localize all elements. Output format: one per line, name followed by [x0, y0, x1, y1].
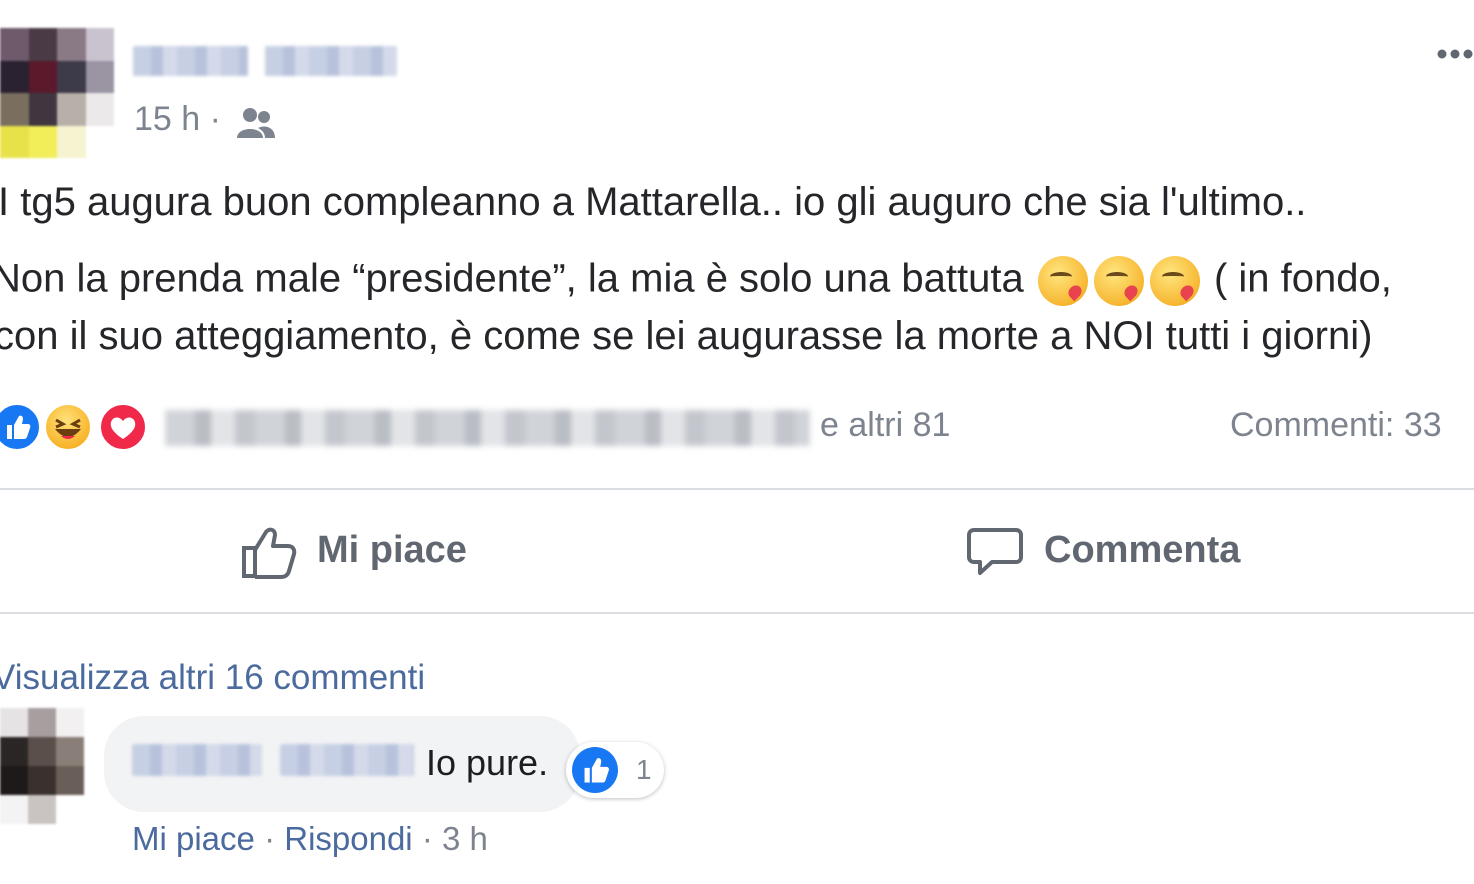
love-reaction-icon[interactable] — [98, 402, 148, 452]
comment-actions: Mi piace · Rispondi · 3 h — [132, 820, 488, 858]
post-text-line-2-start: Non la prenda male “presidente”, la mia … — [0, 256, 1024, 301]
comment-button[interactable]: Commenta — [966, 520, 1266, 584]
author-name-redacted[interactable] — [133, 46, 248, 76]
comment-reply-link[interactable]: Rispondi — [284, 820, 412, 857]
author-avatar[interactable] — [0, 28, 114, 158]
haha-reaction-icon[interactable] — [43, 402, 93, 452]
post-text-line-2-end: ( in fondo, — [1213, 256, 1392, 301]
more-options-icon[interactable] — [1436, 46, 1474, 62]
meta-separator: · — [209, 100, 221, 138]
kissing-emoji-icon — [1037, 256, 1088, 306]
post-text-line-3: con il suo atteggiamento, è come se lei … — [0, 314, 1373, 358]
author-surname-redacted[interactable] — [265, 46, 397, 76]
comment-icon — [967, 528, 1023, 575]
comment-like-count: 1 — [636, 754, 652, 785]
comment-button-label: Commenta — [1044, 529, 1241, 571]
kissing-emoji-icon — [1149, 256, 1200, 306]
commenter-avatar[interactable] — [0, 708, 84, 824]
like-button[interactable]: Mi piace — [240, 520, 500, 584]
comment-action-separator: · — [421, 820, 433, 857]
post-meta: 15 h · — [134, 100, 221, 139]
comment-like-link[interactable]: Mi piace — [132, 820, 255, 857]
post-text-line-2: Non la prenda male “presidente”, la mia … — [0, 256, 1392, 306]
comment-reaction-pill[interactable]: 1 — [566, 742, 664, 798]
comment-time[interactable]: 3 h — [442, 820, 488, 857]
comments-count[interactable]: Commenti: 33 — [1230, 406, 1442, 445]
commenter-surname-redacted[interactable] — [280, 744, 414, 776]
likers-names-redacted[interactable] — [165, 410, 810, 446]
thumbs-up-icon — [242, 527, 297, 579]
friends-icon — [237, 108, 275, 138]
kissing-emoji-icon — [1093, 256, 1144, 306]
like-reaction-icon[interactable] — [0, 402, 42, 452]
like-button-label: Mi piace — [317, 529, 467, 571]
comment-action-separator: · — [264, 820, 276, 857]
commenter-name-redacted[interactable] — [132, 744, 262, 776]
divider-top — [0, 488, 1474, 490]
divider-bottom — [0, 612, 1474, 614]
post-time[interactable]: 15 h — [134, 100, 200, 138]
like-reaction-icon — [572, 747, 618, 793]
comment-text: Io pure. — [426, 742, 549, 783]
view-more-comments-link[interactable]: Visualizza altri 16 commenti — [0, 658, 425, 698]
others-count[interactable]: e altri 81 — [820, 406, 950, 445]
post-text-line-1: I tg5 augura buon compleanno a Mattarell… — [0, 180, 1307, 224]
